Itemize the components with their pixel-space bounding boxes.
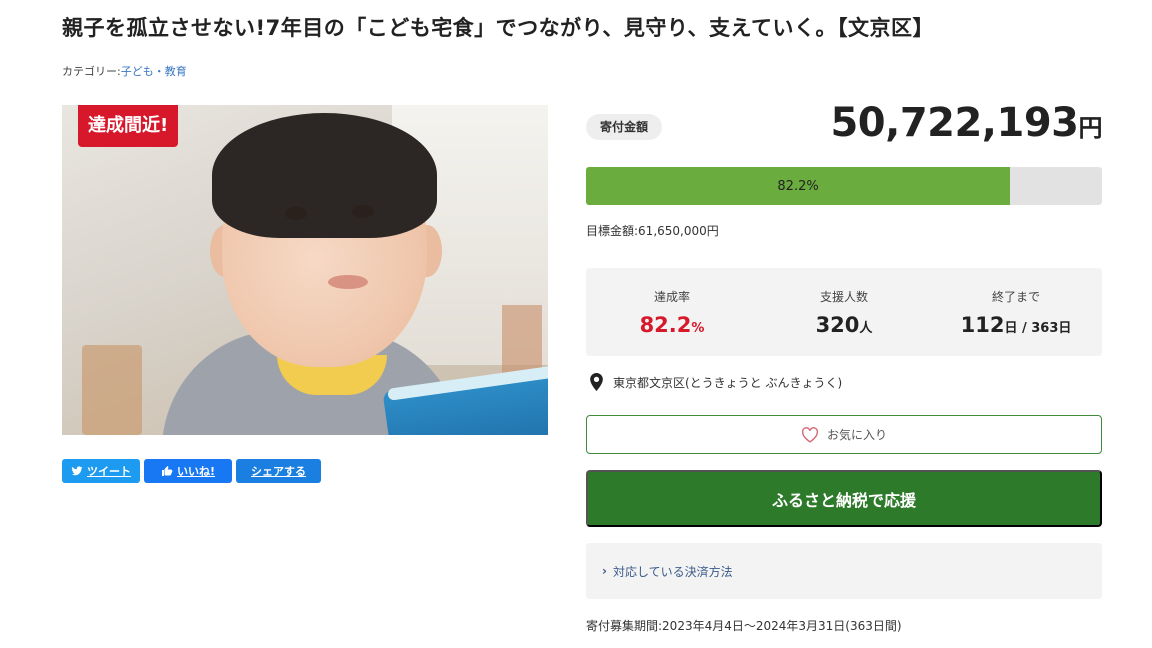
stat-supporters-number: 320: [815, 313, 860, 337]
donation-amount: 50,722,193円: [830, 100, 1102, 146]
twitter-share-label: ツイート: [87, 465, 131, 478]
goal-amount: 目標金額:61,650,000円: [586, 224, 719, 238]
donation-amount-value: 50,722,193: [830, 100, 1079, 146]
favorite-button[interactable]: お気に入り: [586, 415, 1102, 454]
stat-supporters-unit: 人: [859, 321, 873, 336]
facebook-like-label: いいね!: [176, 465, 216, 478]
stat-supporters-value: 320人: [758, 313, 930, 337]
payment-methods-label: 対応している決済方法: [612, 564, 733, 579]
location-text: 東京都文京区(とうきょうと ぶんきょうく): [613, 375, 843, 390]
donation-currency: 円: [1078, 114, 1103, 142]
twitter-share-button[interactable]: ツイート: [62, 459, 140, 483]
donation-period: 寄付募集期間:2023年4月4日〜2024年3月31日(363日間): [586, 619, 902, 633]
category-link[interactable]: 子ども・教育: [121, 65, 187, 78]
map-pin-icon: [590, 373, 603, 391]
project-photo: [62, 105, 548, 435]
stat-remaining-days: 終了まで 112日 / 363日: [930, 268, 1102, 356]
stat-remaining-number: 112: [960, 313, 1005, 337]
thumbs-up-icon: [161, 466, 173, 476]
stat-supporters-label: 支援人数: [819, 290, 868, 304]
progress-percent-text: 82.2%: [777, 178, 819, 194]
stat-rate-label: 達成率: [653, 290, 690, 304]
location: 東京都文京区(とうきょうと ぶんきょうく): [590, 373, 842, 391]
favorite-label: お気に入り: [826, 428, 887, 442]
twitter-bird-icon: [71, 466, 83, 476]
stat-rate-value: 82.2%: [586, 313, 758, 337]
stat-rate-unit: %: [691, 321, 705, 336]
stat-achievement-rate: 達成率 82.2%: [586, 268, 758, 356]
chevron-right-icon: ›: [602, 564, 607, 578]
donate-button[interactable]: ふるさと納税で応援: [586, 470, 1102, 527]
share-label: シェアする: [251, 465, 306, 478]
stat-supporters: 支援人数 320人: [758, 268, 930, 356]
payment-methods-toggle[interactable]: › 対応している決済方法: [586, 543, 1102, 599]
donation-amount-label: 寄付金額: [586, 114, 663, 140]
stat-remaining-value: 112日 / 363日: [930, 313, 1102, 337]
page-title: 親子を孤立させない!7年目の「こども宅食」でつながり、見守り、支えていく。【文京…: [62, 16, 934, 40]
progress-bar: 82.2%: [586, 167, 1102, 205]
stat-rate-number: 82.2: [639, 313, 692, 337]
category-label: カテゴリー:: [62, 65, 121, 78]
heart-icon: [801, 426, 819, 443]
near-goal-badge: 達成間近!: [78, 105, 179, 147]
share-button[interactable]: シェアする: [236, 459, 321, 483]
stat-remaining-label: 終了まで: [991, 290, 1040, 304]
category-breadcrumb: カテゴリー:子ども・教育: [62, 63, 187, 79]
stat-remaining-unit: 日 / 363日: [1004, 321, 1072, 336]
stats-panel: 達成率 82.2% 支援人数 320人 終了まで 112日 / 363日: [586, 268, 1102, 356]
facebook-like-button[interactable]: いいね!: [144, 459, 232, 483]
